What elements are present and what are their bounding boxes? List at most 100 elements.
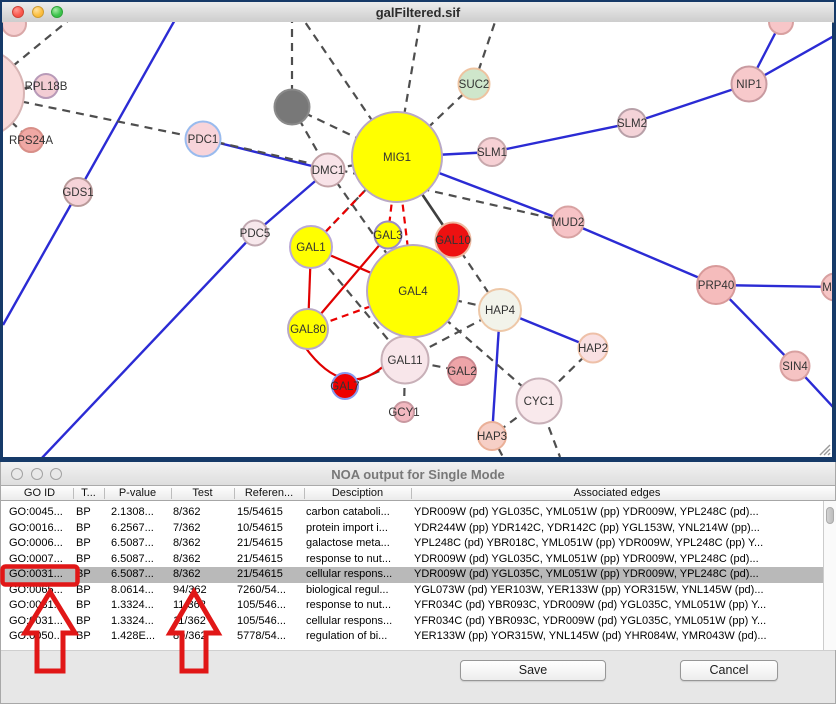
node-label: NIP1: [736, 79, 762, 91]
cell-p: 1.3324...: [111, 599, 171, 611]
network-node[interactable]: [275, 90, 310, 125]
node-label: GAL80: [290, 324, 326, 336]
network-canvas[interactable]: RPL18BRPS24AGDS1PDC1DMC1MIG1SUC2SLM1SLM2…: [3, 22, 832, 457]
table-row[interactable]: GO:0031...BP1.3324...11/362105/546...cel…: [1, 614, 823, 630]
vertical-scrollbar[interactable]: [823, 501, 836, 650]
cell-go: GO:0016...: [9, 522, 73, 534]
screenshot-root: galFiltered.sif RPL18BRPS24AGDS1PDC1DMC1…: [0, 0, 836, 704]
network-node[interactable]: [769, 22, 793, 34]
cancel-button[interactable]: Cancel: [680, 660, 778, 681]
cell-p: 6.2567...: [111, 522, 171, 534]
table-row[interactable]: GO:0050...BP1.428E...80/3625778/54...reg…: [1, 629, 823, 645]
node-label: PRP40: [698, 280, 734, 292]
node-label: DMC1: [312, 165, 345, 177]
results-table-body[interactable]: GO:0045...BP2.1308...8/36215/54615carbon…: [1, 501, 823, 650]
cell-t: BP: [76, 615, 104, 627]
save-button[interactable]: Save: [460, 660, 606, 681]
cell-edges: YDR244W (pp) YDR142C, YDR142C (pp) YGL15…: [414, 522, 823, 534]
column-header-test[interactable]: Test: [171, 487, 234, 499]
table-row[interactable]: GO:0016...BP6.2567...7/36210/54615protei…: [1, 521, 823, 537]
table-row[interactable]: GO:0045...BP2.1308...8/36215/54615carbon…: [1, 505, 823, 521]
node-label: MUD2: [552, 217, 585, 229]
column-header-pvalue[interactable]: P-value: [104, 487, 171, 499]
cell-t: BP: [76, 522, 104, 534]
cell-edges: YER133W (pp) YOR315W, YNL145W (pd) YHR08…: [414, 630, 823, 642]
cell-p: 6.5087...: [111, 568, 171, 580]
cell-ref: 21/54615: [237, 537, 304, 549]
cell-go: GO:0006...: [9, 537, 73, 549]
results-table-header[interactable]: GO IDT...P-valueTestReferen...Desciption…: [1, 486, 835, 501]
node-label: MIG1: [383, 152, 411, 164]
cell-desc: biological regul...: [306, 584, 411, 596]
column-header-t[interactable]: T...: [73, 487, 104, 499]
network-edge-blue[interactable]: [568, 222, 716, 285]
cell-t: BP: [76, 537, 104, 549]
node-label: SIN4: [782, 361, 808, 373]
cell-go: GO:0050...: [9, 630, 73, 642]
cell-edges: YDR009W (pd) YGL035C, YML051W (pp) YDR00…: [414, 553, 823, 565]
network-edge-blue[interactable]: [78, 22, 185, 192]
node-label: GDS1: [62, 187, 93, 199]
table-row[interactable]: GO:0007...BP6.5087...8/36221/54615respon…: [1, 552, 823, 568]
network-node[interactable]: [3, 22, 26, 36]
cell-go: GO:0031...: [9, 599, 73, 611]
column-header-goid[interactable]: GO ID: [6, 487, 73, 499]
cell-test: 8/362: [173, 553, 234, 565]
column-header-referen[interactable]: Referen...: [234, 487, 304, 499]
cell-desc: protein import i...: [306, 522, 411, 534]
table-row[interactable]: GO:0065...BP8.0614...94/3627260/54...bio…: [1, 583, 823, 599]
network-edge-blue[interactable]: [3, 192, 78, 325]
node-label: GAL1: [296, 242, 325, 254]
table-row[interactable]: GO:0031...BP1.3324...11/362105/546...res…: [1, 598, 823, 614]
cell-edges: YDR009W (pd) YGL035C, YML051W (pp) YDR00…: [414, 568, 823, 580]
node-label: GAL2: [447, 366, 476, 378]
cell-t: BP: [76, 630, 104, 642]
column-header-desciption[interactable]: Desciption: [304, 487, 411, 499]
cell-ref: 21/54615: [237, 568, 304, 580]
node-label: HAP4: [485, 305, 516, 317]
cell-ref: 10/54615: [237, 522, 304, 534]
node-label: RPL18B: [25, 81, 68, 93]
cell-p: 6.5087...: [111, 537, 171, 549]
network-window: galFiltered.sif RPL18BRPS24AGDS1PDC1DMC1…: [0, 0, 836, 462]
node-label: RPS24A: [9, 135, 53, 147]
network-edge-blue[interactable]: [40, 233, 255, 457]
table-row[interactable]: GO:0006...BP6.5087...8/36221/54615galact…: [1, 536, 823, 552]
column-separator[interactable]: [104, 488, 105, 499]
node-label: GAL11: [388, 355, 423, 367]
network-window-title: galFiltered.sif: [2, 5, 834, 20]
network-graph[interactable]: RPL18BRPS24AGDS1PDC1DMC1MIG1SUC2SLM1SLM2…: [3, 22, 832, 457]
button-panel: Save Cancel: [1, 650, 835, 703]
node-label: SUC2: [459, 79, 490, 91]
node-label: GAL7: [330, 381, 359, 393]
node-label: GCY1: [388, 407, 419, 419]
node-label: GAL3: [373, 230, 402, 242]
cell-ref: 7260/54...: [237, 584, 304, 596]
column-separator[interactable]: [304, 488, 305, 499]
cell-go: GO:0031...: [9, 568, 73, 580]
column-separator[interactable]: [171, 488, 172, 499]
resize-grip-icon[interactable]: [817, 442, 831, 456]
cell-test: 94/362: [173, 584, 234, 596]
column-separator[interactable]: [234, 488, 235, 499]
cell-desc: galactose meta...: [306, 537, 411, 549]
cell-desc: response to nut...: [306, 553, 411, 565]
network-edge-blue[interactable]: [492, 123, 632, 152]
node-label: SLM2: [617, 118, 647, 130]
cell-go: GO:0065...: [9, 584, 73, 596]
cell-ref: 5778/54...: [237, 630, 304, 642]
cell-ref: 15/54615: [237, 506, 304, 518]
scrollbar-thumb[interactable]: [826, 507, 834, 524]
noa-window-titlebar[interactable]: NOA output for Single Mode: [1, 462, 835, 486]
node-label: HAP2: [578, 343, 608, 355]
cell-desc: cellular respons...: [306, 568, 411, 580]
cell-desc: carbon cataboli...: [306, 506, 411, 518]
column-separator[interactable]: [411, 488, 412, 499]
column-separator[interactable]: [73, 488, 74, 499]
table-row[interactable]: GO:0031...BP6.5087...8/36221/54615cellul…: [1, 567, 823, 583]
cell-test: 8/362: [173, 568, 234, 580]
network-window-titlebar[interactable]: galFiltered.sif: [2, 2, 834, 23]
node-label: SLM1: [477, 147, 507, 159]
column-header-associatededges[interactable]: Associated edges: [411, 487, 823, 499]
node-label: CYC1: [524, 396, 555, 408]
